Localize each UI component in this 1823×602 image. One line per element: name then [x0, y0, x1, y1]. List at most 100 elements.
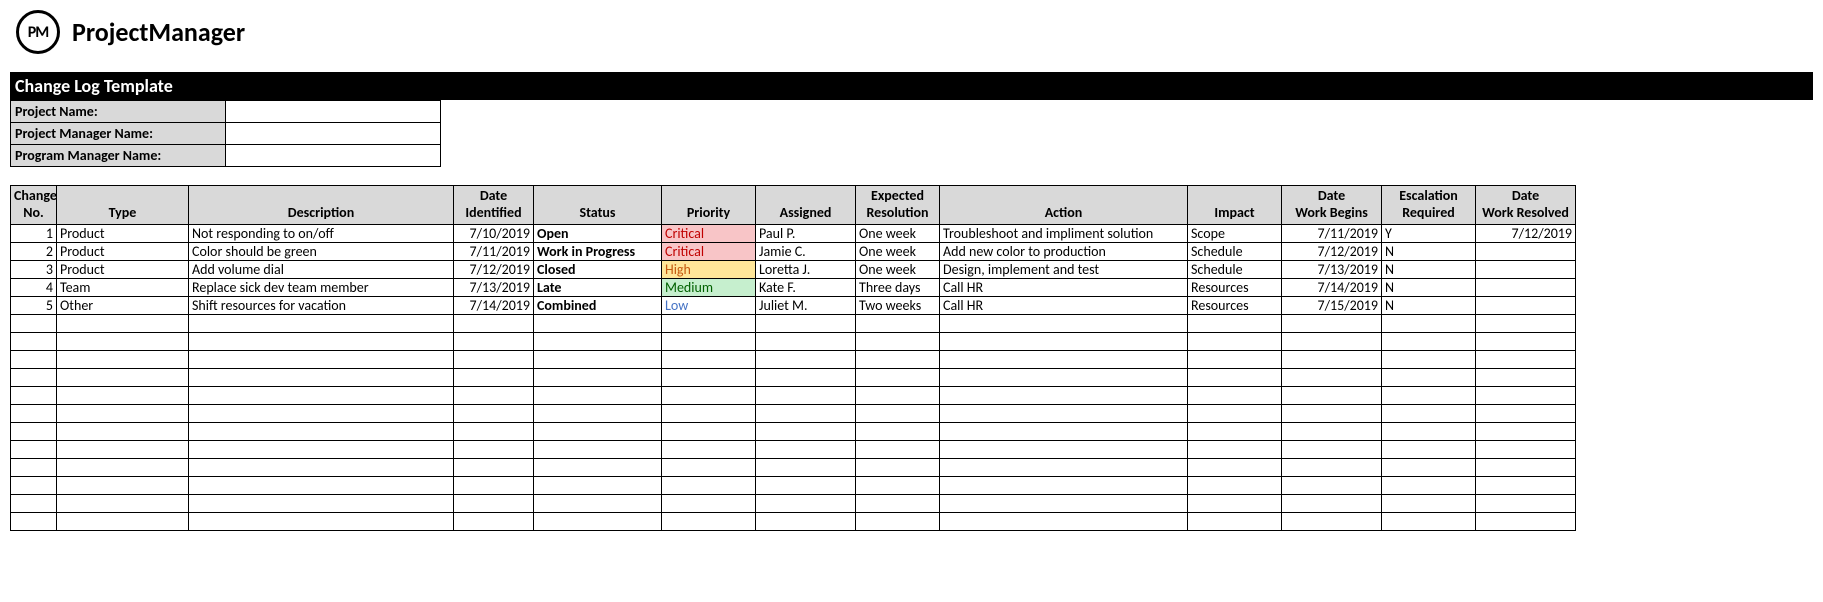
empty-cell[interactable] — [1188, 476, 1282, 494]
empty-cell[interactable] — [534, 404, 662, 422]
meta-project-name-value[interactable] — [226, 101, 441, 123]
cell-description[interactable]: Not responding to on/off — [189, 224, 454, 242]
empty-cell[interactable] — [189, 350, 454, 368]
empty-cell[interactable] — [856, 350, 940, 368]
empty-cell[interactable] — [454, 494, 534, 512]
cell-date-identified[interactable]: 7/14/2019 — [454, 296, 534, 314]
cell-priority[interactable]: Critical — [662, 224, 756, 242]
empty-cell[interactable] — [454, 314, 534, 332]
empty-cell[interactable] — [1282, 494, 1382, 512]
empty-cell[interactable] — [1476, 368, 1576, 386]
empty-cell[interactable] — [662, 422, 756, 440]
cell-expected-resolution[interactable]: Three days — [856, 278, 940, 296]
cell-change-no[interactable]: 5 — [11, 296, 57, 314]
cell-escalation[interactable]: N — [1382, 260, 1476, 278]
empty-cell[interactable] — [1382, 404, 1476, 422]
empty-cell[interactable] — [1188, 314, 1282, 332]
empty-cell[interactable] — [454, 404, 534, 422]
empty-cell[interactable] — [1382, 314, 1476, 332]
empty-cell[interactable] — [11, 368, 57, 386]
empty-cell[interactable] — [1476, 350, 1576, 368]
empty-cell[interactable] — [534, 332, 662, 350]
empty-cell[interactable] — [756, 404, 856, 422]
empty-cell[interactable] — [11, 404, 57, 422]
empty-cell[interactable] — [57, 440, 189, 458]
cell-assigned[interactable]: Kate F. — [756, 278, 856, 296]
cell-impact[interactable]: Scope — [1188, 224, 1282, 242]
empty-cell[interactable] — [1188, 386, 1282, 404]
cell-type[interactable]: Product — [57, 242, 189, 260]
empty-cell[interactable] — [11, 440, 57, 458]
empty-cell[interactable] — [662, 458, 756, 476]
empty-cell[interactable] — [189, 332, 454, 350]
empty-cell[interactable] — [454, 458, 534, 476]
empty-cell[interactable] — [1382, 332, 1476, 350]
cell-type[interactable]: Product — [57, 224, 189, 242]
cell-type[interactable]: Product — [57, 260, 189, 278]
empty-cell[interactable] — [1188, 368, 1282, 386]
empty-cell[interactable] — [454, 440, 534, 458]
cell-change-no[interactable]: 2 — [11, 242, 57, 260]
empty-cell[interactable] — [11, 332, 57, 350]
empty-cell[interactable] — [940, 512, 1188, 530]
empty-cell[interactable] — [940, 458, 1188, 476]
cell-date-identified[interactable]: 7/12/2019 — [454, 260, 534, 278]
empty-cell[interactable] — [57, 494, 189, 512]
empty-cell[interactable] — [662, 332, 756, 350]
empty-cell[interactable] — [11, 458, 57, 476]
empty-cell[interactable] — [940, 476, 1188, 494]
empty-cell[interactable] — [756, 494, 856, 512]
empty-cell[interactable] — [1282, 386, 1382, 404]
empty-cell[interactable] — [1282, 332, 1382, 350]
empty-cell[interactable] — [756, 458, 856, 476]
cell-action[interactable]: Call HR — [940, 278, 1188, 296]
empty-cell[interactable] — [57, 332, 189, 350]
empty-cell[interactable] — [856, 332, 940, 350]
cell-impact[interactable]: Resources — [1188, 296, 1282, 314]
empty-cell[interactable] — [1382, 386, 1476, 404]
empty-cell[interactable] — [57, 476, 189, 494]
empty-cell[interactable] — [1476, 332, 1576, 350]
empty-cell[interactable] — [189, 386, 454, 404]
empty-cell[interactable] — [856, 404, 940, 422]
cell-escalation[interactable]: N — [1382, 296, 1476, 314]
cell-date-identified[interactable]: 7/11/2019 — [454, 242, 534, 260]
empty-cell[interactable] — [454, 386, 534, 404]
empty-cell[interactable] — [454, 368, 534, 386]
empty-cell[interactable] — [534, 512, 662, 530]
empty-cell[interactable] — [1188, 512, 1282, 530]
empty-cell[interactable] — [57, 386, 189, 404]
empty-cell[interactable] — [57, 512, 189, 530]
empty-cell[interactable] — [940, 440, 1188, 458]
cell-expected-resolution[interactable]: Two weeks — [856, 296, 940, 314]
cell-date-work-begins[interactable]: 7/12/2019 — [1282, 242, 1382, 260]
cell-change-no[interactable]: 1 — [11, 224, 57, 242]
empty-cell[interactable] — [662, 404, 756, 422]
empty-cell[interactable] — [11, 476, 57, 494]
empty-cell[interactable] — [940, 494, 1188, 512]
empty-cell[interactable] — [534, 494, 662, 512]
cell-assigned[interactable]: Jamie C. — [756, 242, 856, 260]
empty-cell[interactable] — [940, 404, 1188, 422]
empty-cell[interactable] — [756, 314, 856, 332]
cell-date-work-resolved[interactable] — [1476, 278, 1576, 296]
empty-cell[interactable] — [662, 476, 756, 494]
cell-status[interactable]: Open — [534, 224, 662, 242]
empty-cell[interactable] — [1382, 350, 1476, 368]
empty-cell[interactable] — [189, 404, 454, 422]
cell-status[interactable]: Closed — [534, 260, 662, 278]
empty-cell[interactable] — [189, 494, 454, 512]
empty-cell[interactable] — [11, 512, 57, 530]
cell-change-no[interactable]: 4 — [11, 278, 57, 296]
cell-description[interactable]: Replace sick dev team member — [189, 278, 454, 296]
empty-cell[interactable] — [1382, 494, 1476, 512]
empty-cell[interactable] — [856, 440, 940, 458]
empty-cell[interactable] — [57, 404, 189, 422]
empty-cell[interactable] — [1476, 512, 1576, 530]
cell-priority[interactable]: Critical — [662, 242, 756, 260]
empty-cell[interactable] — [11, 314, 57, 332]
empty-cell[interactable] — [856, 314, 940, 332]
empty-cell[interactable] — [1476, 422, 1576, 440]
cell-escalation[interactable]: N — [1382, 242, 1476, 260]
empty-cell[interactable] — [1382, 476, 1476, 494]
